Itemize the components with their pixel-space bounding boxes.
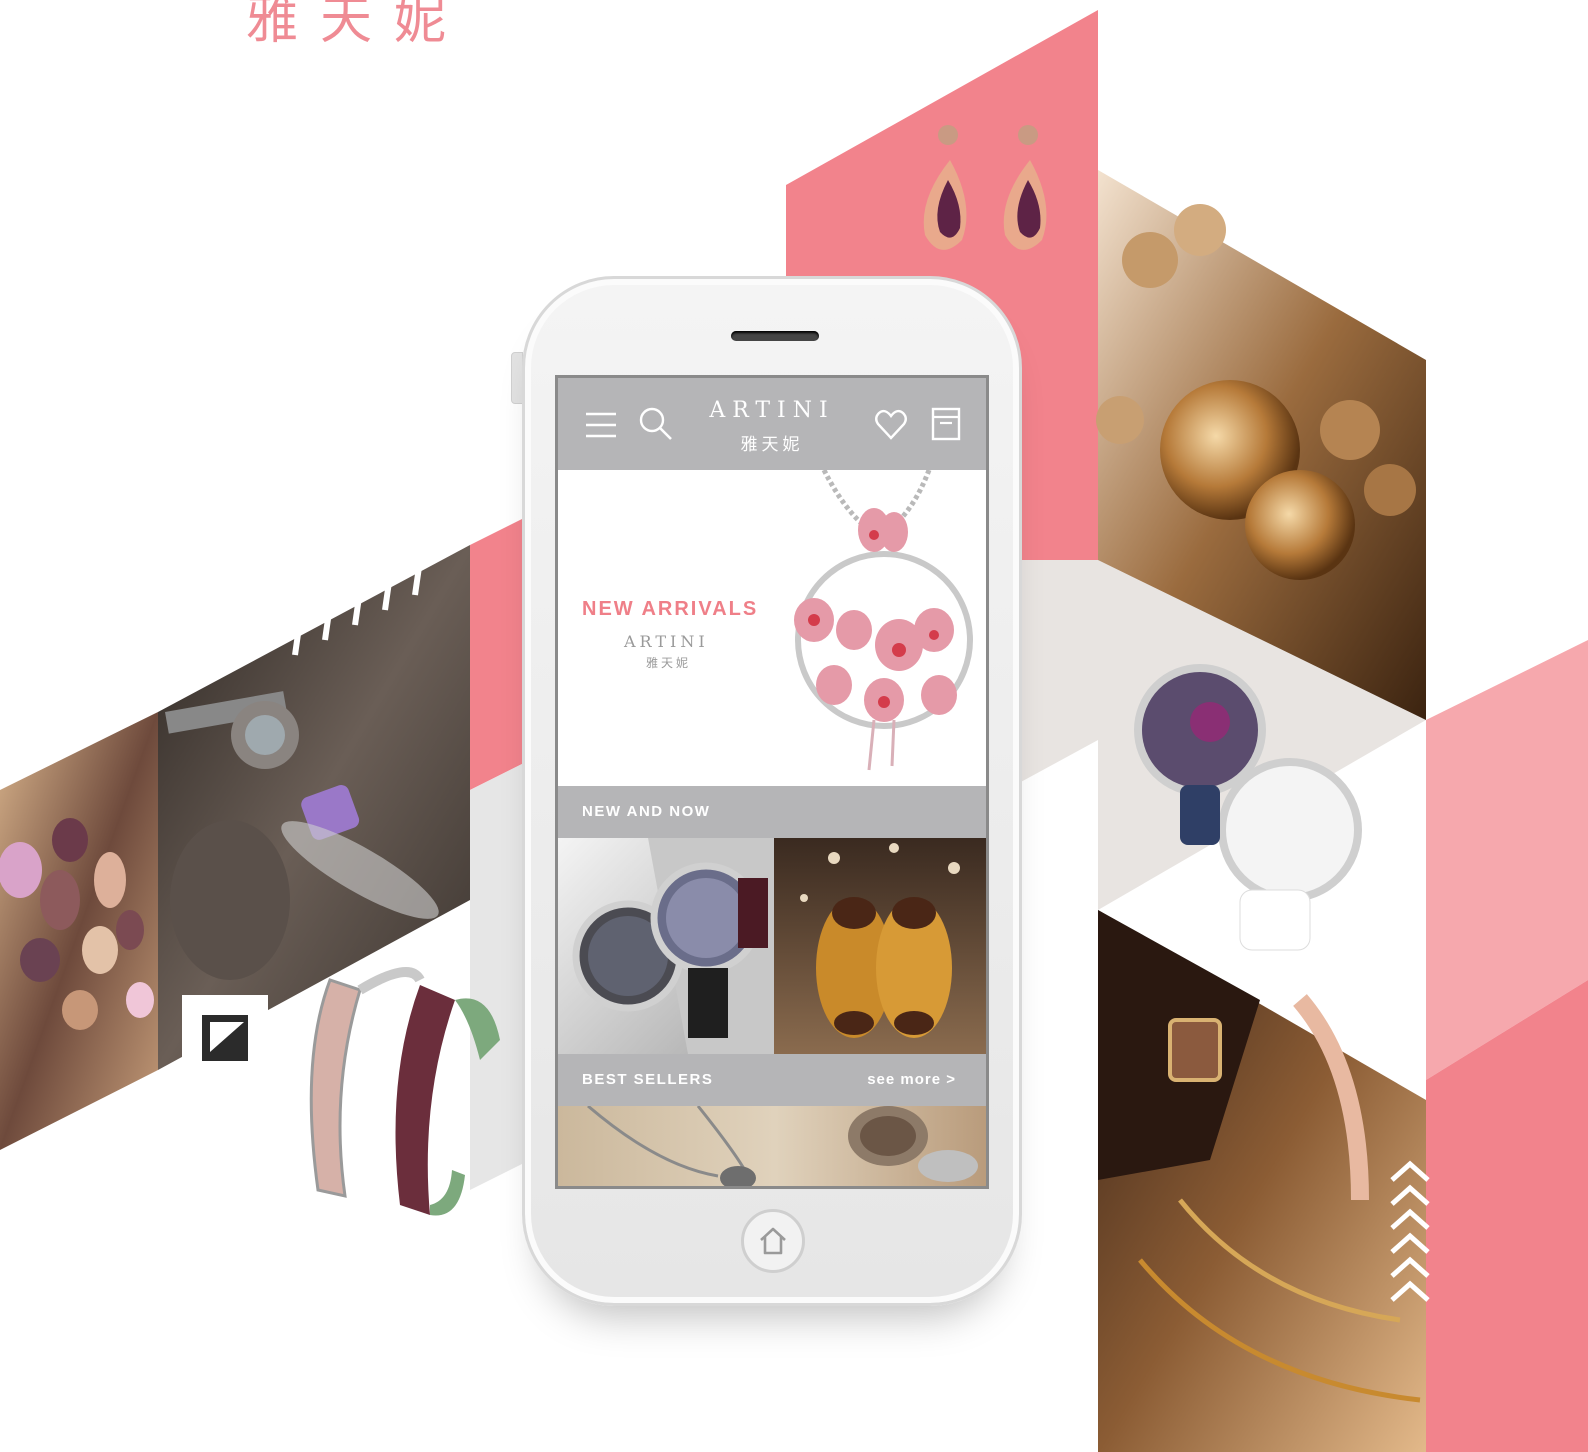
new-and-now-title: NEW AND NOW: [582, 803, 711, 820]
hero-banner[interactable]: NEW ARRIVALS ARTINI 雅天妮: [558, 470, 986, 786]
heart-icon[interactable]: [874, 408, 908, 442]
home-button[interactable]: [741, 1209, 805, 1273]
watches-image: [572, 838, 774, 1054]
cart-icon[interactable]: [930, 406, 962, 442]
hero-title: NEW ARRIVALS: [582, 598, 759, 620]
hero-brand-chinese: 雅天妮: [646, 656, 692, 670]
app-brand-name[interactable]: ARTINI: [558, 398, 986, 423]
app-screen: ARTINI 雅天妮 NEW ARRIVALS ARTINI 雅天妮 NEW A…: [555, 375, 989, 1189]
best-sellers-title: BEST SELLERS: [582, 1071, 714, 1088]
earrings-tile[interactable]: [774, 838, 986, 1054]
app-brand-chinese: 雅天妮: [740, 435, 804, 455]
earrings-gold-image: [800, 843, 960, 1038]
new-and-now-bar: NEW AND NOW: [558, 786, 986, 838]
top-chinese-title: 雅天妮: [246, 0, 469, 51]
best-sellers-tile[interactable]: [558, 1106, 986, 1186]
watches-tile[interactable]: [558, 838, 774, 1054]
phone-speaker: [731, 331, 819, 341]
best-sellers-bar: BEST SELLERS see more >: [558, 1054, 986, 1106]
phone-frame: ARTINI 雅天妮 NEW ARRIVALS ARTINI 雅天妮 NEW A…: [522, 276, 1022, 1306]
home-icon: [760, 1227, 786, 1255]
app-header: ARTINI 雅天妮: [558, 378, 986, 470]
best-sellers-image: [587, 1106, 978, 1186]
hero-brand-name: ARTINI: [624, 632, 709, 651]
necklace-image: [794, 470, 973, 771]
see-more-link[interactable]: see more >: [867, 1071, 956, 1088]
